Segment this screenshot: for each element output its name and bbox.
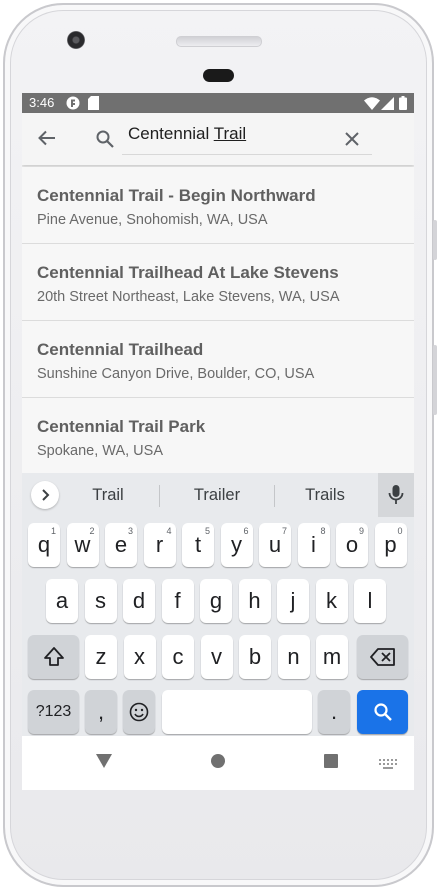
microphone-icon <box>388 485 404 504</box>
suggestion-strip: Trail Trailer Trails <box>22 473 414 517</box>
suggestion-3[interactable]: Trails <box>290 486 360 505</box>
suggestion-1[interactable]: Trail <box>74 486 142 505</box>
results-list: Centennial Trail - Begin Northward Pine … <box>22 167 414 475</box>
key-p[interactable]: p0 <box>374 523 407 567</box>
front-camera <box>67 31 85 49</box>
space-key[interactable] <box>162 690 312 734</box>
key-v[interactable]: v <box>200 635 233 679</box>
proximity-sensor <box>203 69 234 82</box>
result-subtitle: Pine Avenue, Snohomish, WA, USA <box>37 212 268 228</box>
voice-input-button[interactable] <box>378 473 414 517</box>
result-subtitle: 20th Street Northeast, Lake Stevens, WA,… <box>37 289 340 305</box>
soft-keyboard: Trail Trailer Trails q1 w2 e3 r4 t5 y6 u… <box>22 473 414 736</box>
suggestion-divider <box>274 485 275 507</box>
key-f[interactable]: f <box>161 579 194 623</box>
key-d[interactable]: d <box>123 579 155 623</box>
power-button <box>433 220 437 260</box>
period-key[interactable]: . <box>318 690 350 734</box>
key-u[interactable]: u7 <box>259 523 291 567</box>
backspace-icon <box>369 648 395 666</box>
key-j[interactable]: j <box>277 579 309 623</box>
list-item[interactable]: Centennial Trail - Begin Northward Pine … <box>22 167 414 244</box>
backspace-key[interactable] <box>357 635 408 679</box>
emoji-key[interactable] <box>123 690 155 734</box>
app-notification-icon <box>66 96 80 113</box>
wifi-icon <box>364 97 380 113</box>
chevron-right-icon <box>42 489 50 501</box>
key-n[interactable]: n <box>277 635 310 679</box>
signal-icon <box>381 97 394 113</box>
result-title: Centennial Trailhead At Lake Stevens <box>37 263 339 282</box>
navigation-bar <box>22 736 414 790</box>
status-bar: 3:46 <box>22 93 414 113</box>
result-subtitle: Spokane, WA, USA <box>37 443 163 459</box>
emoji-icon <box>129 702 149 722</box>
search-key[interactable] <box>357 690 408 734</box>
search-icon <box>373 703 392 721</box>
result-subtitle: Sunshine Canyon Drive, Boulder, CO, USA <box>37 366 315 382</box>
result-title: Centennial Trail - Begin Northward <box>37 186 316 205</box>
search-icon <box>96 130 114 153</box>
key-g[interactable]: g <box>200 579 232 623</box>
key-z[interactable]: z <box>85 635 117 679</box>
earpiece-speaker <box>176 36 262 47</box>
search-query-composing: Trail <box>213 124 247 143</box>
list-item[interactable]: Centennial Trailhead Sunshine Canyon Dri… <box>22 321 414 398</box>
key-b[interactable]: b <box>239 635 271 679</box>
suggestion-divider <box>159 485 160 507</box>
symbols-key[interactable]: ?123 <box>28 690 79 734</box>
key-w[interactable]: w2 <box>66 523 99 567</box>
search-bar: Centennial Trail <box>22 113 414 165</box>
suggestion-2[interactable]: Trailer <box>176 486 258 505</box>
key-o[interactable]: o9 <box>336 523 368 567</box>
result-title: Centennial Trail Park <box>37 417 206 436</box>
key-s[interactable]: s <box>84 579 117 623</box>
key-x[interactable]: x <box>123 635 156 679</box>
key-k[interactable]: k <box>315 579 348 623</box>
triangle-back-icon[interactable] <box>96 754 112 773</box>
key-h[interactable]: h <box>238 579 271 623</box>
keyboard-icon[interactable] <box>379 756 397 774</box>
key-t[interactable]: t5 <box>182 523 214 567</box>
status-time: 3:46 <box>29 95 55 110</box>
key-q[interactable]: q1 <box>28 523 60 567</box>
sd-card-icon <box>88 96 99 113</box>
circle-home-icon[interactable] <box>211 754 225 773</box>
key-c[interactable]: c <box>162 635 194 679</box>
search-input[interactable]: Centennial Trail <box>122 113 372 155</box>
result-title: Centennial Trailhead <box>37 340 204 359</box>
comma-key[interactable]: , <box>85 690 117 734</box>
expand-suggestions-button[interactable] <box>31 481 59 509</box>
key-r[interactable]: r4 <box>143 523 176 567</box>
list-item[interactable]: Centennial Trail Park Spokane, WA, USA <box>22 398 414 475</box>
key-a[interactable]: a <box>46 579 78 623</box>
key-l[interactable]: l <box>354 579 386 623</box>
shift-key[interactable] <box>28 635 79 679</box>
search-query-prefix: Centennial <box>128 124 214 143</box>
close-icon[interactable] <box>345 132 359 151</box>
screen: 3:46 Centennial Trail Centennial Trail -… <box>22 93 414 790</box>
list-item[interactable]: Centennial Trailhead At Lake Stevens 20t… <box>22 244 414 321</box>
key-e[interactable]: e3 <box>105 523 137 567</box>
key-y[interactable]: y6 <box>220 523 253 567</box>
key-m[interactable]: m <box>316 635 348 679</box>
shift-arrow-icon <box>43 647 64 666</box>
volume-button <box>433 345 437 415</box>
battery-icon <box>399 96 407 113</box>
key-i[interactable]: i8 <box>297 523 330 567</box>
square-recents-icon[interactable] <box>324 754 338 773</box>
arrow-left-icon[interactable] <box>38 130 56 151</box>
